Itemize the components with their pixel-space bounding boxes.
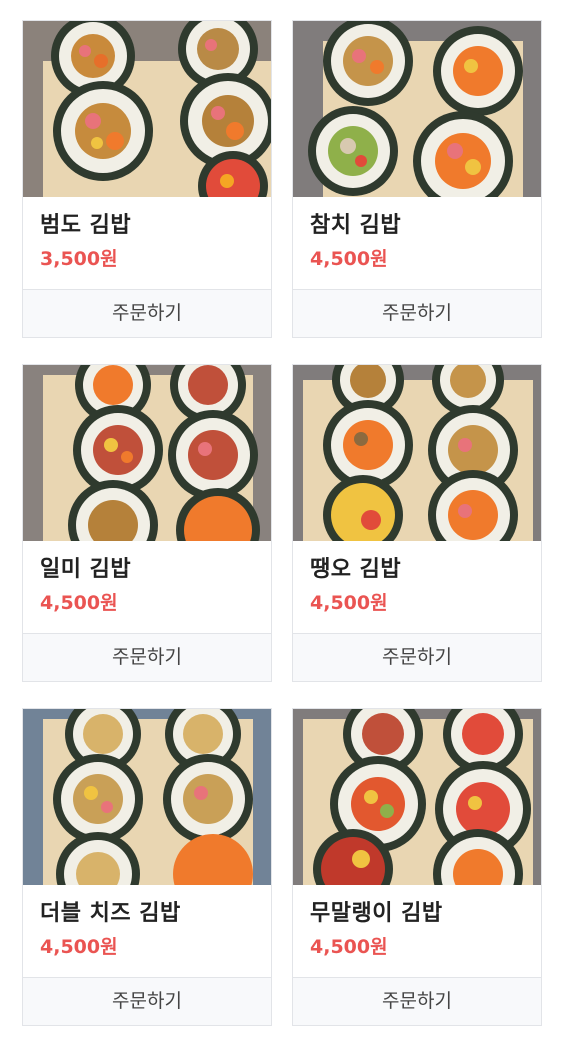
product-name: 참치 김밥 [310,213,402,238]
product-price: 3,500원 [40,248,118,270]
gimbap-photo[interactable] [23,365,271,541]
product-card[interactable]: 땡오 김밥 4,500원 주문하기 [292,364,542,682]
product-price: 4,500원 [310,248,388,270]
order-button[interactable]: 주문하기 [293,977,541,1025]
product-card[interactable]: 범도 김밥 3,500원 주문하기 [22,20,272,338]
product-name: 일미 김밥 [40,557,132,582]
product-card[interactable]: 더블 치즈 김밥 4,500원 주문하기 [22,708,272,1026]
order-button[interactable]: 주문하기 [293,633,541,681]
product-grid: 범도 김밥 3,500원 주문하기 참치 김밥 4,500원 주문하기 일미 김… [0,0,565,1040]
product-name: 무말랭이 김밥 [310,901,443,926]
product-name: 더블 치즈 김밥 [40,901,181,926]
product-name: 범도 김밥 [40,213,132,238]
gimbap-photo[interactable] [293,709,541,885]
product-price: 4,500원 [310,592,388,614]
product-card[interactable]: 일미 김밥 4,500원 주문하기 [22,364,272,682]
product-card[interactable]: 참치 김밥 4,500원 주문하기 [292,20,542,338]
product-price: 4,500원 [40,592,118,614]
product-price: 4,500원 [40,936,118,958]
gimbap-photo[interactable] [293,365,541,541]
product-price: 4,500원 [310,936,388,958]
order-button[interactable]: 주문하기 [293,289,541,337]
order-button[interactable]: 주문하기 [23,977,271,1025]
order-button[interactable]: 주문하기 [23,633,271,681]
gimbap-photo[interactable] [23,709,271,885]
product-name: 땡오 김밥 [310,557,402,582]
gimbap-photo[interactable] [293,21,541,197]
gimbap-photo[interactable] [23,21,271,197]
order-button[interactable]: 주문하기 [23,289,271,337]
product-card[interactable]: 무말랭이 김밥 4,500원 주문하기 [292,708,542,1026]
